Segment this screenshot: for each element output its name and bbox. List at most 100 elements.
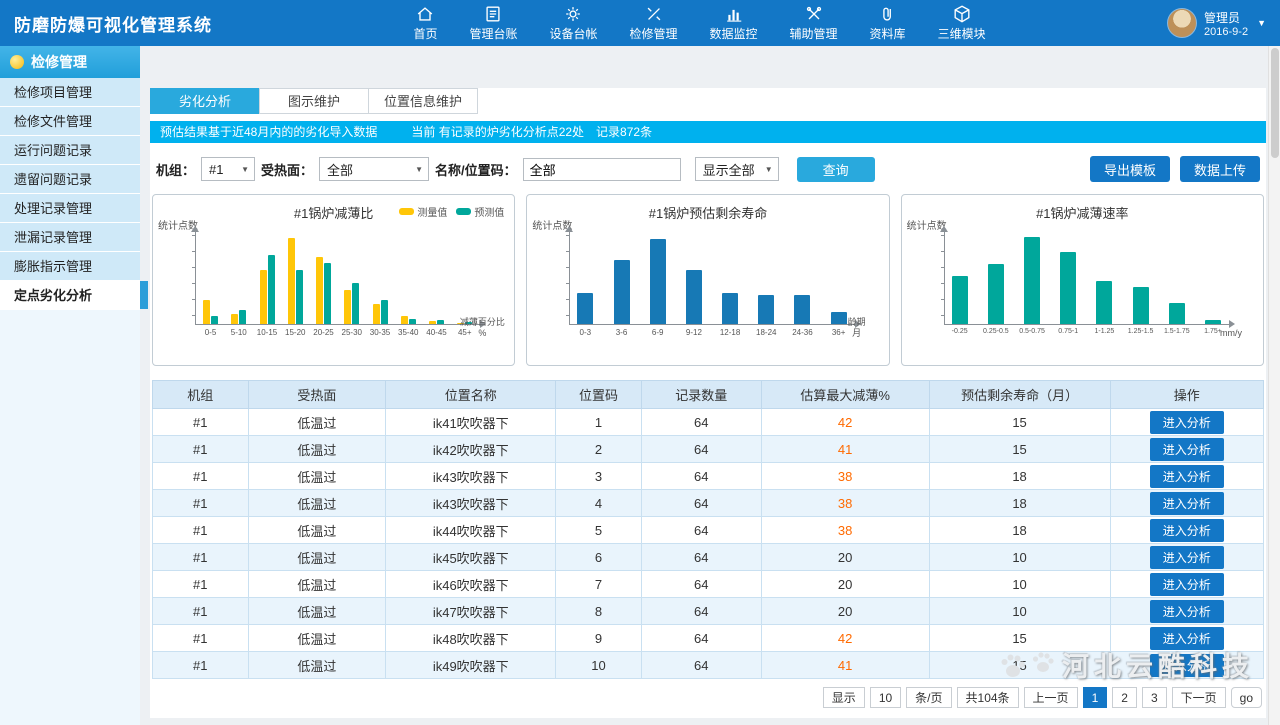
surface-select-value: 全部	[327, 160, 353, 179]
enter-analysis-button[interactable]: 进入分析	[1150, 492, 1224, 515]
x-tick-label: 24-36	[792, 328, 812, 337]
cell-thinning: 20	[761, 598, 929, 625]
chevron-down-icon: ▼	[1257, 18, 1266, 28]
next-page-button[interactable]: 下一页	[1172, 687, 1226, 708]
cell-thinning: 42	[761, 409, 929, 436]
unit-select[interactable]: #1 ▼	[201, 157, 255, 181]
nav-item-7[interactable]: 三维模块	[938, 4, 986, 42]
sidebar-item-0[interactable]: 检修项目管理	[0, 78, 140, 107]
cell-unit: #1	[153, 436, 249, 463]
table-row: #1低温过ik43吹吹器下4643818进入分析	[153, 490, 1264, 517]
page-numbers: 123	[1083, 687, 1167, 708]
nav-item-2[interactable]: 设备台帐	[549, 4, 597, 42]
cell-thinning: 42	[761, 625, 929, 652]
cell-life: 15	[929, 436, 1110, 463]
analysis-table-body: #1低温过ik41吹吹器下1644215进入分析#1低温过ik42吹吹器下264…	[153, 409, 1264, 679]
page-number-2[interactable]: 2	[1112, 687, 1137, 708]
nav-item-label: 资料库	[870, 25, 906, 42]
bar-group: 6-9	[650, 231, 666, 324]
table-row: #1低温过ik45吹吹器下6642010进入分析	[153, 544, 1264, 571]
enter-analysis-button[interactable]: 进入分析	[1150, 654, 1224, 677]
bar-group: -0.25	[952, 231, 968, 324]
name-code-input[interactable]	[523, 158, 681, 181]
enter-analysis-button[interactable]: 进入分析	[1150, 600, 1224, 623]
cell-unit: #1	[153, 625, 249, 652]
cell-count: 64	[641, 625, 761, 652]
user-menu[interactable]: 管理员 2016-9-2 ▼	[1167, 8, 1266, 38]
nav-item-0[interactable]: 首页	[413, 4, 437, 42]
tab-0[interactable]: 劣化分析	[150, 88, 260, 114]
sidebar: 检修管理 检修项目管理检修文件管理运行问题记录遗留问题记录处理记录管理泄漏记录管…	[0, 46, 140, 725]
cell-count: 64	[641, 517, 761, 544]
x-tick-label: 1-1.25	[1094, 328, 1114, 335]
export-template-button[interactable]: 导出模板	[1090, 156, 1170, 182]
display-select-value: 显示全部	[703, 160, 755, 179]
table-row: #1低温过ik44吹吹器下5643818进入分析	[153, 517, 1264, 544]
chart-title: #1锅炉减薄速率	[902, 195, 1263, 222]
enter-analysis-button[interactable]: 进入分析	[1150, 411, 1224, 434]
scrollbar-thumb[interactable]	[1271, 48, 1279, 158]
display-select[interactable]: 显示全部 ▼	[695, 157, 779, 181]
cell-unit: #1	[153, 571, 249, 598]
sidebar-header-label: 检修管理	[31, 52, 87, 72]
cell-surface: 低温过	[248, 598, 386, 625]
notice-text-2: 当前 有记录的炉劣化分析点22处 记录872条	[411, 125, 652, 139]
nav-item-1[interactable]: 管理台账	[469, 4, 517, 42]
nav-item-3[interactable]: 检修管理	[630, 4, 678, 42]
go-button[interactable]: go	[1231, 687, 1262, 708]
nav-item-5[interactable]: 辅助管理	[790, 4, 838, 42]
cell-life: 10	[929, 571, 1110, 598]
x-tick-label: 20-25	[313, 328, 333, 337]
bar-group: 24-36	[794, 231, 810, 324]
cell-action: 进入分析	[1110, 544, 1263, 571]
nav-item-6[interactable]: 资料库	[870, 4, 906, 42]
tab-2[interactable]: 位置信息维护	[368, 88, 478, 114]
search-button[interactable]: 查询	[797, 157, 875, 182]
enter-analysis-button[interactable]: 进入分析	[1150, 627, 1224, 650]
page-per-label: 条/页	[906, 687, 951, 708]
table-header-row: 机组受热面位置名称位置码记录数量估算最大减薄%预估剩余寿命（月）操作	[153, 381, 1264, 409]
cell-surface: 低温过	[248, 571, 386, 598]
data-upload-button[interactable]: 数据上传	[1180, 156, 1260, 182]
cell-count: 64	[641, 436, 761, 463]
prev-page-button[interactable]: 上一页	[1024, 687, 1078, 708]
page-number-3[interactable]: 3	[1142, 687, 1167, 708]
cell-code: 4	[556, 490, 642, 517]
sidebar-item-3[interactable]: 遗留问题记录	[0, 165, 140, 194]
x-tick-label: 15-20	[285, 328, 305, 337]
chevron-down-icon: ▼	[415, 165, 423, 174]
surface-select[interactable]: 全部 ▼	[319, 157, 429, 181]
x-tick-label: 1.5-1.75	[1164, 328, 1190, 335]
enter-analysis-button[interactable]: 进入分析	[1150, 573, 1224, 596]
sidebar-item-5[interactable]: 泄漏记录管理	[0, 223, 140, 252]
cell-thinning: 38	[761, 490, 929, 517]
sidebar-item-7[interactable]: 定点劣化分析	[0, 281, 140, 310]
x-tick-label: 0.75-1	[1058, 328, 1078, 335]
cell-location: ik41吹吹器下	[386, 409, 556, 436]
column-header: 受热面	[248, 381, 386, 409]
cell-surface: 低温过	[248, 652, 386, 679]
bar-group: 40-45	[429, 231, 444, 324]
cell-code: 5	[556, 517, 642, 544]
page-number-1[interactable]: 1	[1083, 687, 1108, 708]
page-size-select[interactable]: 10	[870, 687, 901, 708]
assist-icon	[804, 4, 824, 24]
enter-analysis-button[interactable]: 进入分析	[1150, 519, 1224, 542]
sidebar-item-4[interactable]: 处理记录管理	[0, 194, 140, 223]
repair-icon	[644, 4, 664, 24]
tab-1[interactable]: 图示维护	[259, 88, 369, 114]
enter-analysis-button[interactable]: 进入分析	[1150, 546, 1224, 569]
column-header: 操作	[1110, 381, 1263, 409]
cell-life: 18	[929, 517, 1110, 544]
chart-panel-remaining-life: #1锅炉预估剩余寿命 统计点数 0-33-66-99-1212-1818-242…	[526, 194, 889, 366]
x-tick-label: 12-18	[720, 328, 740, 337]
sidebar-item-6[interactable]: 膨胀指示管理	[0, 252, 140, 281]
sidebar-item-2[interactable]: 运行问题记录	[0, 136, 140, 165]
nav-item-4[interactable]: 数据监控	[710, 4, 758, 42]
sidebar-item-1[interactable]: 检修文件管理	[0, 107, 140, 136]
x-axis-label: mm/y	[1199, 328, 1263, 339]
bar-group: 12-18	[722, 231, 738, 324]
enter-analysis-button[interactable]: 进入分析	[1150, 465, 1224, 488]
enter-analysis-button[interactable]: 进入分析	[1150, 438, 1224, 461]
vertical-scrollbar[interactable]	[1268, 46, 1280, 725]
